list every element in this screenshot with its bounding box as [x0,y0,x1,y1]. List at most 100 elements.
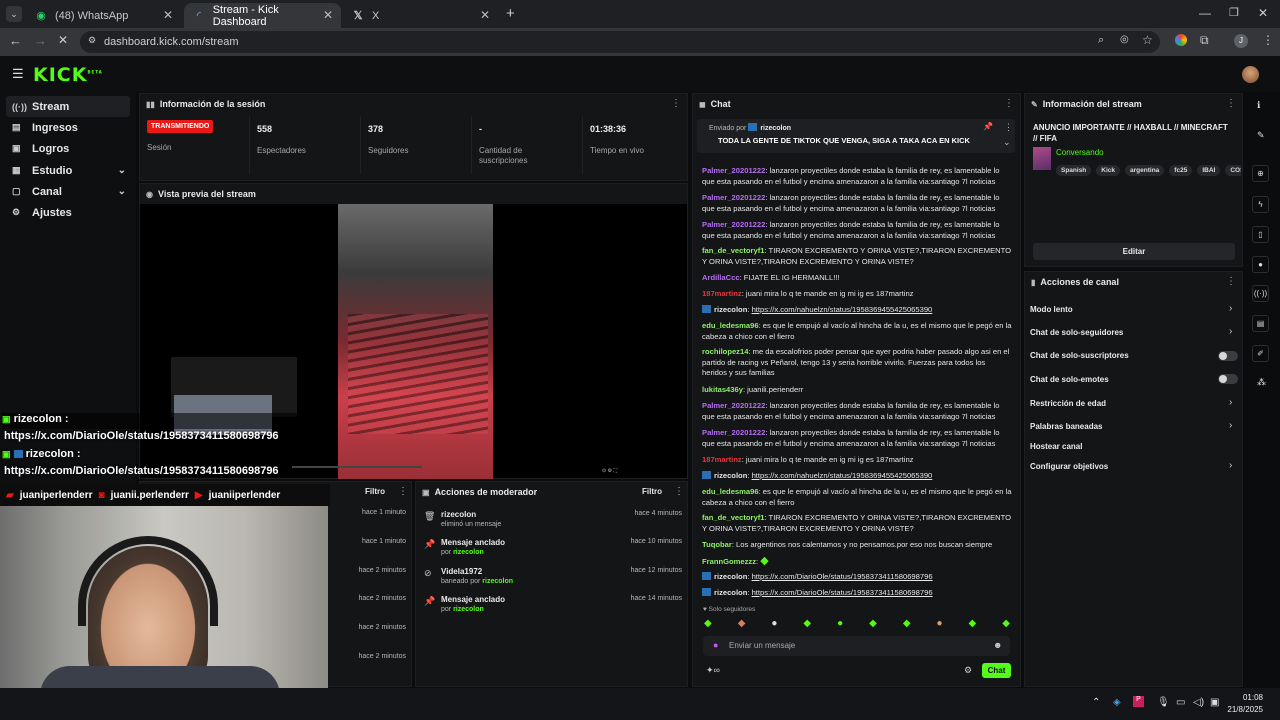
chat-username[interactable]: fan_de_vectoryf1 [702,513,764,522]
emote-icon[interactable]: ● [771,618,777,632]
filter-button[interactable]: Filtro [642,487,662,496]
extensions-puzzle-icon[interactable]: ⧉ [1200,33,1209,48]
slow-mode-option[interactable]: Modo lento [1030,305,1073,314]
video-progress-bar[interactable] [292,466,422,468]
chevron-right-icon[interactable]: › [1229,326,1232,337]
site-info-icon[interactable]: ⚙ [88,35,96,46]
forward-icon[interactable]: → [34,33,47,48]
network-icon[interactable]: ▭ [1176,697,1185,708]
microphone-icon[interactable]: ● [713,640,718,650]
more-options-icon[interactable]: ⋮ [674,486,684,497]
stream-category[interactable]: Conversando [1056,148,1104,157]
chat-message[interactable]: ArdillaCcc: FIJATE EL IG HERMANLL!!! [702,273,1012,284]
profile-avatar[interactable]: J [1234,34,1248,48]
rail-wrench-icon[interactable]: ✐ [1252,345,1269,362]
chat-username[interactable]: rizecolon [714,572,747,581]
chat-message[interactable]: Palmer_20201222: lanzaron proyectiles do… [702,220,1012,241]
tray-chevron-icon[interactable]: ⌃ [1092,697,1100,708]
hamburger-menu-icon[interactable]: ☰ [12,66,24,82]
stream-video[interactable] [338,204,493,479]
chat-username[interactable]: 187martinz [702,455,742,464]
chat-message[interactable]: Tuqobar: Los argentinos nos calentamos y… [702,540,1012,551]
back-icon[interactable]: ← [9,33,22,48]
emote-icon[interactable]: ◆ [704,618,712,632]
chat-username[interactable]: Palmer_20201222 [702,166,765,175]
more-options-icon[interactable]: ⋮ [1226,98,1236,109]
chat-message[interactable]: fan_de_vectoryf1: TIRARON EXCREMENTO Y O… [702,246,1012,267]
volume-icon[interactable]: ◁) [1193,697,1204,708]
chat-input[interactable]: ● Enviar un mensaje ☻ [703,636,1010,656]
clock-date[interactable]: 21/8/2025 [1225,705,1263,714]
zoom-icon[interactable]: ⌕ [1098,34,1104,47]
chat-username[interactable]: Palmer_20201222 [702,193,765,202]
chat-message[interactable]: 187martinz: juani mira lo q te mande en … [702,289,1012,300]
bookmark-star-icon[interactable]: ☆ [1142,33,1153,47]
chevron-right-icon[interactable]: › [1229,397,1232,408]
close-tab-icon[interactable]: ✕ [163,8,173,22]
chat-message[interactable]: Palmer_20201222: lanzaron proyectiles do… [702,166,1012,187]
close-window-icon[interactable]: ✕ [1258,6,1268,20]
maximize-icon[interactable]: ❐ [1229,6,1239,19]
chat-link[interactable]: https://x.com/DiarioOle/status/195837341… [752,588,933,597]
chat-username[interactable]: rizecolon [714,305,747,314]
emote-icon[interactable]: ◆ [1002,618,1010,632]
chevron-right-icon[interactable]: › [1229,420,1232,431]
chat-username[interactable]: Palmer_20201222 [702,401,765,410]
emote-icon[interactable]: ● [937,618,943,632]
tray-app-icon[interactable]: P [1133,696,1144,707]
close-tab-icon[interactable]: ✕ [480,8,490,22]
emotes-only-toggle[interactable] [1218,374,1238,384]
chat-message[interactable]: rochilopez14: me da escalofrios poder pe… [702,347,1012,379]
more-options-icon[interactable]: ⋮ [1004,122,1013,133]
menu-dots-icon[interactable]: ⋮ [1262,33,1274,47]
pinned-message[interactable]: Enviado por rizecolon TODA LA GENTE DE T… [697,119,1015,153]
chat-message[interactable]: rizecolon: https://x.com/nahuelzn/status… [702,471,1012,482]
more-options-icon[interactable]: ⋮ [398,486,408,497]
tray-app-icon[interactable]: ◈ [1113,697,1121,708]
age-restriction-option[interactable]: Restricción de edad [1030,399,1106,408]
tab-search-button[interactable]: ⌄ [6,6,22,22]
chat-message[interactable]: Palmer_20201222: lanzaron proyectiles do… [702,193,1012,214]
address-bar[interactable]: ⚙ dashboard.kick.com/stream ⌕ ◎ ☆ [80,31,1160,53]
info-icon[interactable]: ℹ [1257,100,1260,111]
chat-message[interactable]: edu_ledesma96: es que le empujó al vacío… [702,487,1012,508]
chat-message[interactable]: lukitas436y: juanili.perienderr [702,385,1012,396]
subscribers-only-toggle[interactable] [1218,351,1238,361]
emote-icon[interactable]: ◆ [738,618,746,632]
emote-icon[interactable]: ◆ [903,618,911,632]
rail-chat-icon[interactable]: ● [1252,256,1269,273]
more-options-icon[interactable]: ⋮ [671,98,681,109]
chat-message[interactable]: rizecolon: https://x.com/DiarioOle/statu… [702,588,1012,599]
host-channel-option[interactable]: Hostear canal [1030,442,1082,451]
chat-settings-icon[interactable]: ⚙ [964,665,972,676]
filter-button[interactable]: Filtro [365,487,385,496]
emote-icon[interactable]: ◆ [969,618,977,632]
emote-icon[interactable]: ◆ [803,618,811,632]
chat-message[interactable]: fan_de_vectoryf1: TIRARON EXCREMENTO Y O… [702,513,1012,534]
mod-action-user[interactable]: rizecolon [453,549,484,556]
sidebar-item-logros[interactable]: ▣ Logros [6,138,130,159]
rail-target-icon[interactable]: ⊕ [1252,165,1269,182]
sidebar-item-ingresos[interactable]: ▤ Ingresos [6,117,130,138]
chat-username[interactable]: lukitas436y [702,385,743,394]
chat-username[interactable]: fan_de_vectoryf1 [702,246,764,255]
emoji-icon[interactable]: ☻ [993,640,1002,650]
send-chat-button[interactable]: Chat [982,663,1011,678]
tab-x[interactable]: 𝕏 X ✕ [343,3,498,28]
sidebar-item-ajustes[interactable]: ⚙ Ajustes [6,202,130,223]
clock-time[interactable]: 01:08 [1233,693,1263,702]
minimize-icon[interactable]: — [1199,6,1211,20]
edit-pencil-icon[interactable]: ✎ [1257,130,1265,141]
kick-logo[interactable]: KICKBETA [33,64,103,86]
chat-username[interactable]: Palmer_20201222 [702,428,765,437]
mod-action-item[interactable]: 📌 Mensaje anclado por rizecolon hace 14 … [424,595,686,623]
chat-username[interactable]: Palmer_20201222 [702,220,765,229]
edit-stream-button[interactable]: Editar [1033,243,1235,260]
pinned-by-user[interactable]: rizecolon [760,125,791,132]
chat-message[interactable]: 187martinz: juani mira lo q te mande en … [702,455,1012,466]
sidebar-item-canal[interactable]: ▢ Canal ⌄ [6,181,130,202]
followers-only-option[interactable]: Chat de solo-seguidores [1030,328,1123,337]
rail-broadcast-icon[interactable]: ((·)) [1252,285,1269,302]
extension-icon[interactable] [1175,34,1187,46]
banned-words-option[interactable]: Palabras baneadas [1030,422,1102,431]
